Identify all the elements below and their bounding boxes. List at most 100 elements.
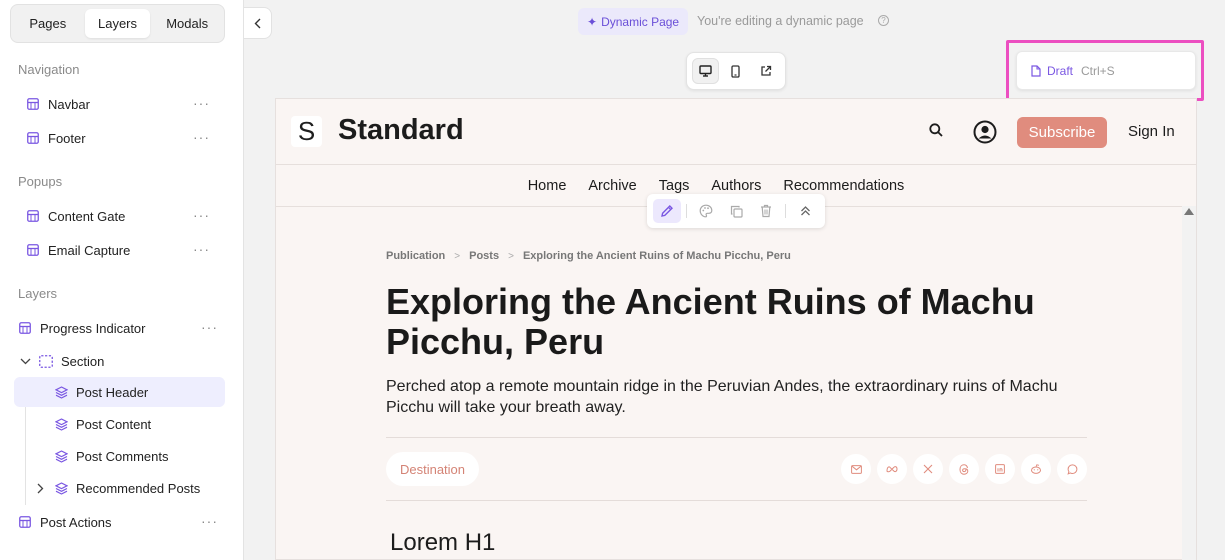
mobile-view-button[interactable] (722, 58, 749, 84)
layer-item-footer[interactable]: Footer (26, 123, 86, 153)
layer-item-post-comments[interactable]: Post Comments (54, 441, 168, 471)
nav-link-recommendations[interactable]: Recommendations (783, 178, 904, 194)
layers-icon (54, 385, 68, 399)
canvas-scrollbar[interactable] (1182, 206, 1196, 560)
layer-item-label: Recommended Posts (76, 480, 201, 496)
chevron-down-icon[interactable] (18, 354, 32, 368)
section-icon (39, 354, 53, 368)
more-options-icon[interactable]: ··· (193, 207, 210, 223)
site-title[interactable]: Standard (338, 114, 464, 147)
layer-item-label: Post Actions (40, 514, 112, 530)
post-title[interactable]: Exploring the Ancient Ruins of Machu Pic… (386, 282, 1106, 362)
select-parent-button[interactable] (791, 199, 819, 223)
chevron-left-icon (254, 18, 261, 28)
nav-link-home[interactable]: Home (528, 178, 567, 194)
scroll-up-arrow-icon[interactable] (1184, 208, 1194, 215)
nav-link-tags[interactable]: Tags (659, 178, 690, 194)
post-subtitle[interactable]: Perched atop a remote mountain ridge in … (386, 376, 1076, 418)
x-share-icon[interactable] (913, 454, 943, 484)
layer-item-label: Email Capture (48, 242, 131, 258)
breadcrumb: Publication > Posts > Exploring the Anci… (386, 250, 791, 262)
component-icon (26, 243, 40, 257)
subscribe-button[interactable]: Subscribe (1017, 117, 1107, 148)
layer-item-navbar[interactable]: Navbar (26, 89, 90, 119)
share-buttons (841, 454, 1087, 484)
post-tag[interactable]: Destination (386, 452, 479, 486)
email-share-icon[interactable] (841, 454, 871, 484)
sparkle-icon: ✦ (587, 14, 598, 29)
site-logo[interactable]: S (291, 116, 322, 147)
more-options-icon[interactable]: ··· (201, 513, 218, 529)
save-draft-button[interactable]: Draft Ctrl+S (1016, 51, 1196, 90)
account-icon[interactable] (973, 120, 997, 149)
more-options-icon[interactable]: ··· (193, 95, 210, 111)
sign-in-link[interactable]: Sign In (1128, 123, 1175, 140)
layer-item-post-actions[interactable]: Post Actions (18, 507, 112, 537)
layer-item-label: Post Content (76, 416, 152, 432)
layer-item-post-content[interactable]: Post Content (54, 409, 151, 439)
editing-notice: You're editing a dynamic page (697, 14, 864, 28)
whatsapp-share-icon[interactable] (1057, 454, 1087, 484)
layers-icon (54, 417, 68, 431)
content-heading[interactable]: Lorem H1 (390, 529, 495, 557)
copy-icon (730, 205, 743, 218)
search-icon[interactable] (929, 123, 943, 142)
divider (386, 500, 1087, 501)
nav-link-archive[interactable]: Archive (588, 178, 636, 194)
collapse-sidebar-button[interactable] (244, 7, 272, 39)
tab-pages[interactable]: Pages (15, 9, 81, 38)
site-navbar[interactable]: S Standard Subscribe Sign In (276, 99, 1196, 165)
help-icon[interactable]: ? (878, 15, 889, 26)
divider (386, 437, 1087, 438)
delete-button[interactable] (752, 199, 780, 223)
nav-link-authors[interactable]: Authors (711, 178, 761, 194)
layers-icon (54, 449, 68, 463)
layer-item-label: Footer (48, 130, 86, 146)
desktop-icon (699, 65, 712, 77)
layer-item-email-capture[interactable]: Email Capture (26, 235, 130, 265)
more-options-icon[interactable]: ··· (201, 319, 218, 335)
duplicate-button[interactable] (722, 199, 750, 223)
pencil-icon (661, 205, 673, 217)
page-canvas: S Standard Subscribe Sign In Home Archiv… (275, 98, 1197, 560)
palette-icon (699, 204, 713, 218)
desktop-view-button[interactable] (692, 58, 719, 84)
layer-item-post-header[interactable]: Post Header (14, 377, 225, 407)
more-options-icon[interactable]: ··· (193, 241, 210, 257)
edit-button[interactable] (653, 199, 681, 223)
layer-item-label: Post Comments (76, 448, 169, 464)
chevron-right-icon: > (508, 250, 514, 262)
linkedin-share-icon[interactable] (985, 454, 1015, 484)
group-label-popups: Popups (18, 174, 63, 189)
group-label-layers: Layers (18, 286, 58, 301)
draft-shortcut: Ctrl+S (1081, 63, 1115, 78)
layer-item-progress-indicator[interactable]: Progress Indicator (18, 313, 146, 343)
dynamic-page-badge[interactable]: ✦ Dynamic Page (578, 8, 689, 35)
element-toolbar (647, 194, 825, 228)
more-options-icon[interactable]: ··· (193, 129, 210, 145)
layer-item-recommended-posts[interactable]: Recommended Posts (54, 473, 200, 503)
tab-layers[interactable]: Layers (84, 9, 151, 38)
tab-modals[interactable]: Modals (154, 9, 220, 38)
meta-share-icon[interactable] (877, 454, 907, 484)
chevron-right-icon: > (454, 250, 461, 262)
external-link-icon (760, 65, 771, 76)
chevron-right-icon[interactable] (33, 481, 47, 495)
component-icon (26, 97, 40, 111)
sidebar-tabs: Pages Layers Modals (10, 4, 225, 43)
breadcrumb-publication[interactable]: Publication (386, 250, 445, 262)
toolbar-divider (785, 204, 786, 218)
layer-item-label: Progress Indicator (40, 320, 146, 336)
layer-item-label: Content Gate (48, 208, 126, 224)
toolbar-divider (686, 204, 687, 218)
breadcrumb-posts[interactable]: Posts (469, 250, 499, 262)
open-external-button[interactable] (752, 58, 779, 84)
threads-share-icon[interactable] (949, 454, 979, 484)
layers-icon (54, 481, 68, 495)
reddit-share-icon[interactable] (1021, 454, 1051, 484)
layer-item-section[interactable]: Section (39, 346, 104, 376)
dynamic-page-label: Dynamic Page (601, 14, 680, 29)
layer-item-content-gate[interactable]: Content Gate (26, 201, 125, 231)
layer-item-label: Section (61, 353, 105, 369)
style-button[interactable] (692, 199, 720, 223)
